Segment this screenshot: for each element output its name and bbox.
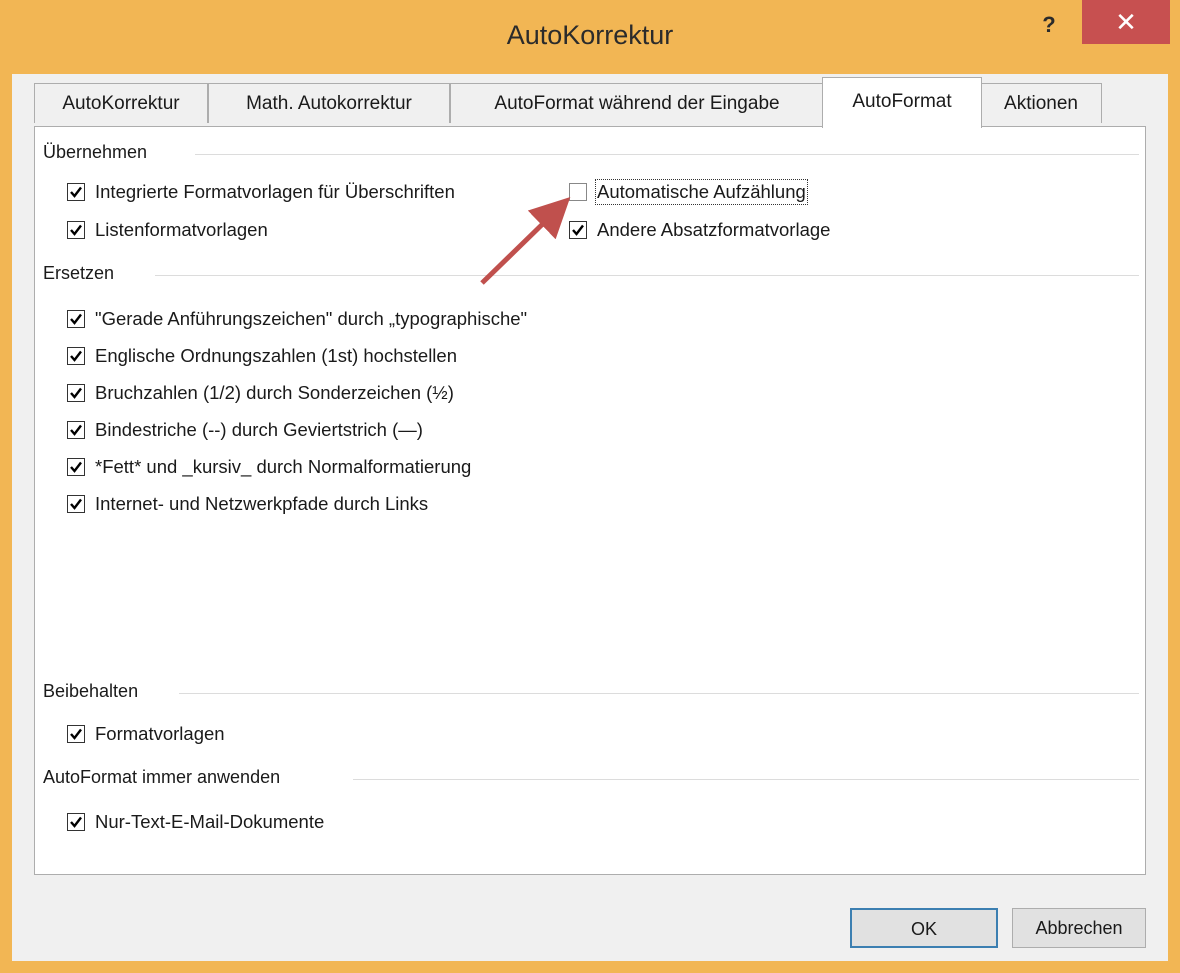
checkmark-icon [572, 224, 584, 236]
checkbox-box[interactable] [67, 421, 85, 439]
checkbox-automatische-aufzaehlung[interactable]: Automatische Aufzählung [569, 179, 808, 205]
checkbox-label: Listenformatvorlagen [95, 219, 268, 240]
group-divider [353, 779, 1139, 780]
checkbox-formatvorlagen[interactable]: Formatvorlagen [67, 723, 225, 745]
checkmark-icon [70, 186, 82, 198]
checkmark-icon [70, 498, 82, 510]
checkbox-box[interactable] [569, 221, 587, 239]
checkbox-box[interactable] [67, 221, 85, 239]
checkmark-icon [70, 461, 82, 473]
checkbox-integrierte-formatvorlagen[interactable]: Integrierte Formatvorlagen für Überschri… [67, 181, 455, 203]
tab-autoformat-eingabe[interactable]: AutoFormat während der Eingabe [450, 83, 824, 123]
checkbox-anfuehrungszeichen[interactable]: "Gerade Anführungszeichen" durch „typogr… [67, 308, 527, 330]
tab-autokorrektur[interactable]: AutoKorrektur [34, 83, 208, 123]
tab-aktionen[interactable]: Aktionen [980, 83, 1102, 123]
tab-autoformat[interactable]: AutoFormat [822, 77, 982, 128]
checkbox-box[interactable] [67, 725, 85, 743]
checkbox-bruchzahlen[interactable]: Bruchzahlen (1/2) durch Sonderzeichen (½… [67, 382, 454, 404]
checkmark-icon [70, 224, 82, 236]
group-divider [179, 693, 1139, 694]
ok-button[interactable]: OK [850, 908, 998, 948]
group-title-replace: Ersetzen [43, 263, 123, 284]
group-divider [155, 275, 1139, 276]
checkbox-ordnungszahlen[interactable]: Englische Ordnungszahlen (1st) hochstell… [67, 345, 457, 367]
checkbox-listenformatvorlagen[interactable]: Listenformatvorlagen [67, 219, 268, 241]
checkbox-label: Bindestriche (--) durch Geviertstrich (—… [95, 419, 423, 440]
checkbox-label: Internet- und Netzwerkpfade durch Links [95, 493, 429, 514]
checkmark-icon [70, 816, 82, 828]
checkbox-label: "Gerade Anführungszeichen" durch „typogr… [95, 308, 528, 329]
checkbox-box[interactable] [569, 183, 587, 201]
checkmark-icon [70, 313, 82, 325]
checkbox-label: *Fett* und _kursiv_ durch Normalformatie… [95, 456, 472, 477]
checkbox-label: Andere Absatzformatvorlage [597, 219, 831, 240]
group-title-keep: Beibehalten [43, 681, 147, 702]
checkbox-nur-text-email[interactable]: Nur-Text-E-Mail-Dokumente [67, 811, 324, 833]
help-button[interactable]: ? [1031, 8, 1067, 42]
checkmark-icon [70, 387, 82, 399]
tab-panel: Übernehmen Integrierte Formatvorlagen fü… [34, 126, 1146, 875]
title-bar[interactable]: AutoKorrektur ? ✕ [0, 0, 1180, 74]
checkmark-icon [70, 350, 82, 362]
checkbox-box[interactable] [67, 813, 85, 831]
checkbox-label: Bruchzahlen (1/2) durch Sonderzeichen (½… [95, 382, 454, 403]
group-title-apply: Übernehmen [43, 142, 156, 163]
checkbox-andere-absatzformatvorlage[interactable]: Andere Absatzformatvorlage [569, 219, 830, 241]
checkbox-label: Integrierte Formatvorlagen für Überschri… [95, 181, 455, 202]
cancel-button[interactable]: Abbrechen [1012, 908, 1146, 948]
checkbox-box[interactable] [67, 310, 85, 328]
checkbox-box[interactable] [67, 495, 85, 513]
checkbox-box[interactable] [67, 384, 85, 402]
close-button[interactable]: ✕ [1082, 0, 1170, 44]
checkbox-label: Automatische Aufzählung [595, 179, 808, 205]
window-title: AutoKorrektur [506, 20, 674, 50]
checkbox-label: Nur-Text-E-Mail-Dokumente [95, 811, 325, 832]
checkmark-icon [70, 424, 82, 436]
group-divider [195, 154, 1139, 155]
checkbox-fett-kursiv[interactable]: *Fett* und _kursiv_ durch Normalformatie… [67, 456, 471, 478]
checkbox-bindestriche[interactable]: Bindestriche (--) durch Geviertstrich (—… [67, 419, 423, 441]
checkbox-box[interactable] [67, 347, 85, 365]
checkbox-box[interactable] [67, 458, 85, 476]
group-title-always: AutoFormat immer anwenden [43, 767, 289, 788]
dialog-window: AutoKorrektur ? ✕ AutoKorrektur Math. Au… [0, 0, 1180, 973]
checkbox-label: Englische Ordnungszahlen (1st) hochstell… [95, 345, 457, 366]
checkbox-label: Formatvorlagen [95, 723, 225, 744]
checkbox-netzwerkpfade[interactable]: Internet- und Netzwerkpfade durch Links [67, 493, 428, 515]
tab-math-autokorrektur[interactable]: Math. Autokorrektur [208, 83, 450, 123]
checkbox-box[interactable] [67, 183, 85, 201]
dialog-client: AutoKorrektur Math. Autokorrektur AutoFo… [12, 74, 1168, 961]
checkmark-icon [70, 728, 82, 740]
